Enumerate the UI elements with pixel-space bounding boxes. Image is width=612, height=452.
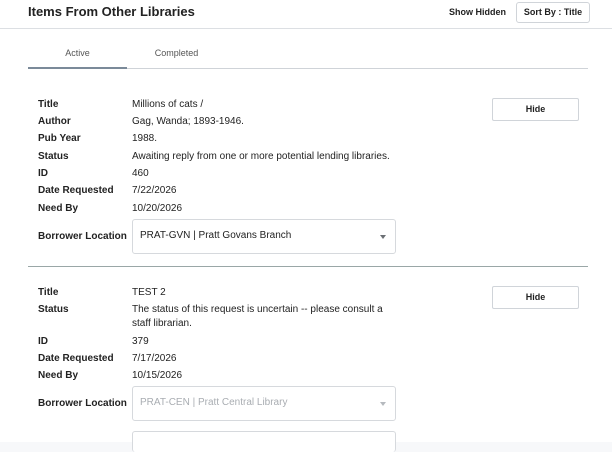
field-label: Date Requested xyxy=(38,185,114,196)
borrower-location-label: Borrower Location xyxy=(38,231,127,242)
main-content: Active Completed Title Millions of cats … xyxy=(0,29,612,452)
field-label: ID xyxy=(38,336,48,347)
field-label: Date Requested xyxy=(38,353,114,364)
chevron-down-icon xyxy=(380,235,386,239)
request-card: Title TEST 2 Status The status of this r… xyxy=(28,267,588,452)
field-value: 460 xyxy=(132,168,149,179)
hide-button[interactable]: Hide xyxy=(492,286,579,309)
field-value: Millions of cats / xyxy=(132,99,204,110)
request-card: Title Millions of cats / Author Gag, Wan… xyxy=(28,86,588,267)
field-value: The status of this request is uncertain … xyxy=(132,304,383,329)
borrower-location-value: PRAT-GVN | Pratt Govans Branch xyxy=(140,230,292,241)
field-value: Awaiting reply from one or more potentia… xyxy=(132,151,390,162)
borrower-location-select[interactable]: PRAT-GVN | Pratt Govans Branch xyxy=(132,219,396,254)
tab-bar: Active Completed xyxy=(28,43,588,69)
field-label: Need By xyxy=(38,203,79,214)
borrower-location-value: PRAT-CEN | Pratt Central Library xyxy=(140,397,288,408)
page-header: Items From Other Libraries Show Hidden S… xyxy=(0,0,612,29)
field-label: Author xyxy=(38,116,71,127)
field-label: Status xyxy=(38,304,69,315)
field-value: Gag, Wanda; 1893-1946. xyxy=(132,116,244,127)
field-label: Title xyxy=(38,99,59,110)
field-value: 379 xyxy=(132,336,149,347)
hide-button[interactable]: Hide xyxy=(492,98,579,121)
field-value: 7/17/2026 xyxy=(132,353,177,364)
field-label: Status xyxy=(38,151,69,162)
tab-active[interactable]: Active xyxy=(28,43,127,69)
field-value: TEST 2 xyxy=(132,287,166,298)
show-hidden-button[interactable]: Show Hidden xyxy=(441,3,514,23)
field-label: ID xyxy=(38,168,48,179)
field-label: Pub Year xyxy=(38,133,81,144)
field-value: 1988. xyxy=(132,133,158,144)
borrower-location-label: Borrower Location xyxy=(38,398,127,409)
field-value: 10/20/2026 xyxy=(132,203,183,214)
page-title: Items From Other Libraries xyxy=(28,4,195,19)
sort-button[interactable]: Sort By : Title xyxy=(516,2,590,23)
field-value: 7/22/2026 xyxy=(132,185,177,196)
borrower-location-select[interactable]: PRAT-CEN | Pratt Central Library xyxy=(132,386,396,421)
tab-completed[interactable]: Completed xyxy=(127,43,226,67)
field-label: Title xyxy=(38,287,59,298)
chevron-down-icon xyxy=(380,402,386,406)
field-label: Need By xyxy=(38,370,79,381)
field-value: 10/15/2026 xyxy=(132,370,183,381)
